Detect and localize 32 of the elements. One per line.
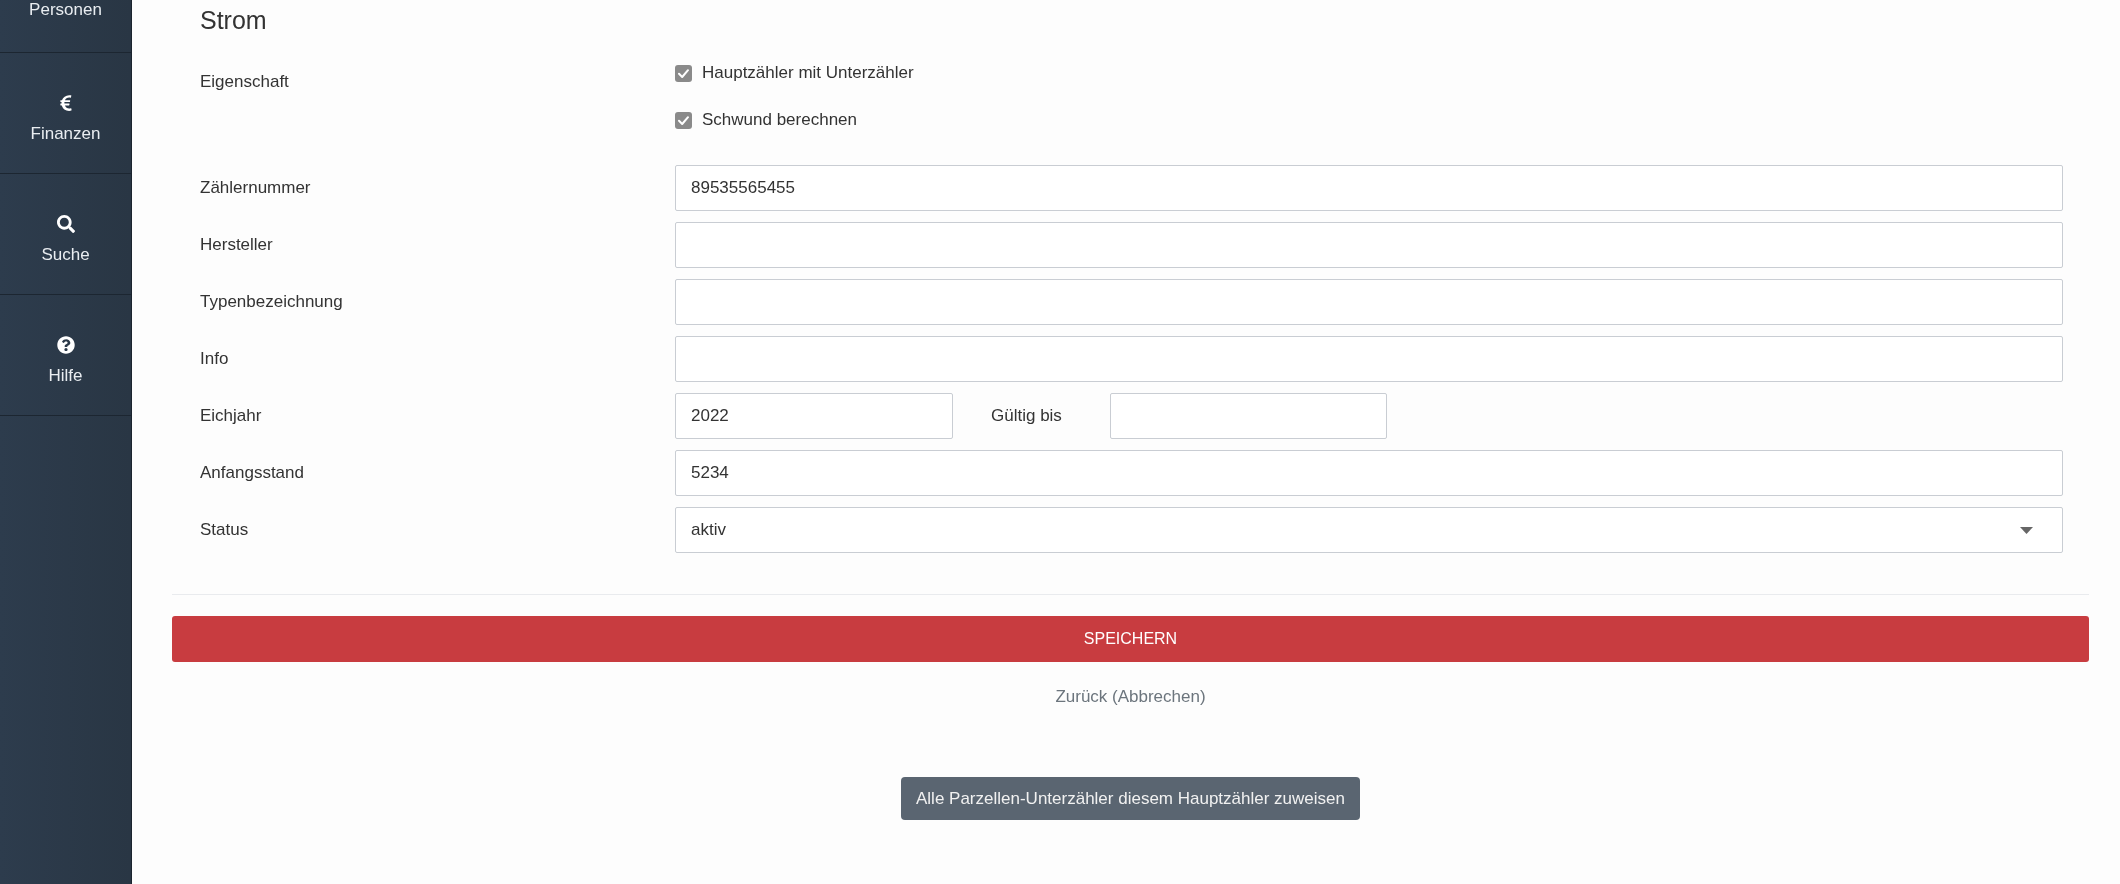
search-icon bbox=[56, 215, 75, 233]
field-label: Typenbezeichnung bbox=[200, 291, 343, 313]
status-select[interactable]: aktiv bbox=[675, 507, 2063, 553]
cancel-link[interactable]: Zurück (Abbrechen) bbox=[1055, 687, 1206, 707]
section-title: Strom bbox=[200, 5, 268, 35]
assign-button[interactable]: Alle Parzellen-Unterzähler diesem Hauptzähler zuweisen bbox=[901, 777, 1360, 820]
sidebar-item[interactable]: Suche bbox=[0, 174, 131, 295]
input-field[interactable]: 89535565455 bbox=[675, 165, 2063, 211]
field-label: Anfangsstand bbox=[200, 462, 304, 484]
field-label: Info bbox=[200, 348, 229, 370]
sidebar-item[interactable]: Hilfe bbox=[0, 295, 131, 416]
caret-icon bbox=[2020, 526, 2033, 534]
save-button[interactable]: SPEICHERN bbox=[172, 616, 2089, 662]
sidebar-item[interactable]: Finanzen bbox=[0, 53, 131, 174]
field-label: Gültig bis bbox=[991, 405, 1063, 427]
input-field[interactable] bbox=[1110, 393, 1387, 439]
input-field[interactable] bbox=[675, 279, 2063, 325]
input-field[interactable]: 2022 bbox=[675, 393, 953, 439]
checkbox-label: Hauptzähler mit Unterzähler bbox=[702, 62, 914, 84]
input-field[interactable] bbox=[675, 336, 2063, 382]
field-label: Hersteller bbox=[200, 234, 273, 256]
sidebar-item[interactable]: Personen bbox=[0, 0, 131, 53]
checkbox[interactable] bbox=[675, 111, 692, 129]
field-label: Eigenschaft bbox=[200, 71, 289, 93]
help-icon bbox=[56, 336, 75, 354]
checkbox[interactable] bbox=[675, 64, 692, 82]
field-label: Zählernummer bbox=[200, 177, 311, 199]
field-label: Eichjahr bbox=[200, 405, 262, 427]
checkbox-label: Schwund berechnen bbox=[702, 109, 857, 131]
input-field[interactable] bbox=[675, 222, 2063, 268]
input-field[interactable]: 5234 bbox=[675, 450, 2063, 496]
field-label: Status bbox=[200, 519, 249, 541]
